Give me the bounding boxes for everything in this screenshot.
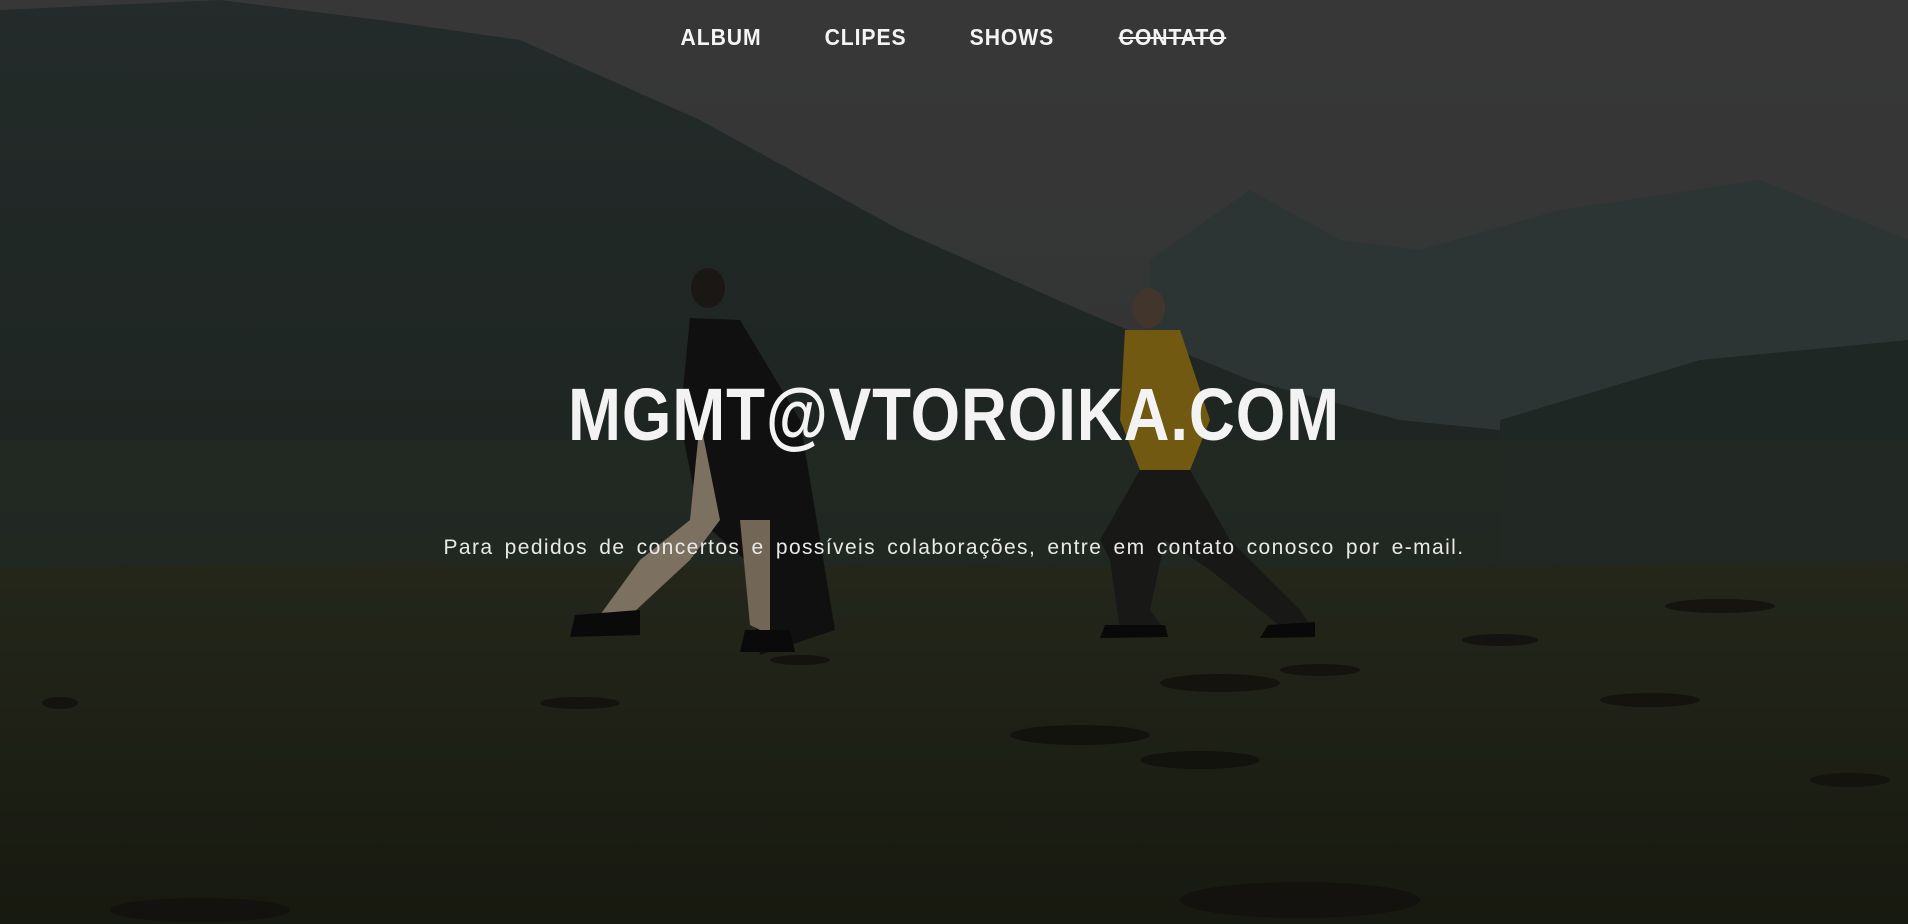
nav-clipes[interactable]: CLIPES <box>825 24 907 51</box>
nav-shows[interactable]: SHOWS <box>970 24 1055 51</box>
main-nav: ALBUM CLIPES SHOWS CONTATO <box>0 24 1908 51</box>
nav-album[interactable]: ALBUM <box>681 24 762 51</box>
dark-overlay <box>0 0 1908 924</box>
contact-email[interactable]: MGMT@VTOROIKA.COM <box>134 372 1775 457</box>
nav-contato[interactable]: CONTATO <box>1119 24 1227 51</box>
contact-description: Para pedidos de concertos e possíveis co… <box>443 536 1465 559</box>
contact-page: ALBUM CLIPES SHOWS CONTATO MGMT@VTOROIKA… <box>0 0 1908 924</box>
